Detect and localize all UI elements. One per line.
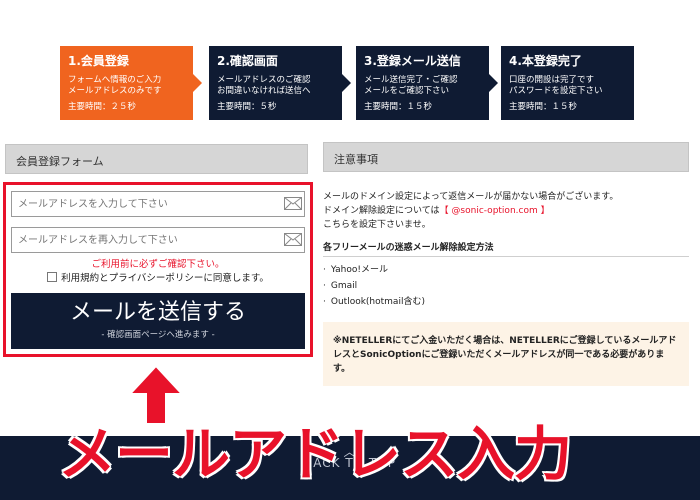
email-confirm-input[interactable] — [11, 227, 305, 253]
send-mail-button-sublabel: - 確認画面ページへ進みます - — [101, 330, 215, 340]
step-time: 主要時間：１５秒 — [509, 102, 578, 112]
free-mail-links: Yahoo!メール Gmail Outlook(hotmail含む) — [323, 262, 689, 310]
step-2-confirmation: 2.確認画面 メールアドレスのご確認 お間違いなければ送信へ 主要時間：５秒 — [209, 46, 342, 120]
email-input-callout: メールアドレス入力 — [57, 419, 573, 489]
agree-terms-checkbox[interactable] — [47, 272, 58, 282]
domain-release-text: ドメイン解除設定については — [323, 206, 440, 216]
domain-link[interactable]: 【 @sonic-option.com 】 — [440, 206, 550, 216]
setting-request-note: こちらを設定下さいませ。 — [323, 220, 431, 230]
yahoo-mail-link[interactable]: Yahoo!メール — [323, 262, 689, 278]
step-title: 4.本登録完了 — [509, 54, 582, 68]
notes-section-header: 注意事項 — [323, 142, 689, 172]
step-description: 口座の開設は完了です パスワードを設定下さい — [509, 75, 603, 96]
step-4-registration-complete: 4.本登録完了 口座の開設は完了です パスワードを設定下さい 主要時間：１５秒 — [501, 46, 634, 120]
domain-setting-note: メールのドメイン設定によって返信メールが届かない場合がございます。 — [323, 192, 619, 202]
pre-use-warning: ご利用前に必ずご確認下さい。 — [91, 259, 225, 270]
step-description: メール送信完了・ご確認 メールをご確認下さい — [364, 75, 458, 96]
agree-terms-label: 利用規約とプライバシーポリシーに同意します。 — [61, 273, 269, 284]
step-title: 2.確認画面 — [217, 54, 278, 68]
step-arrow-icon — [489, 74, 498, 92]
step-title: 3.登録メール送信 — [364, 54, 461, 68]
agree-terms-row[interactable]: 利用規約とプライバシーポリシーに同意します。 — [6, 270, 310, 284]
step-title: 1.会員登録 — [68, 54, 129, 68]
step-time: 主要時間：２５秒 — [68, 102, 137, 112]
step-description: メールアドレスのご確認 お間違いなければ送信へ — [217, 75, 311, 96]
step-1-member-registration: 1.会員登録 フォームへ情報のご入力 メールアドレスのみです 主要時間：２５秒 — [60, 46, 193, 120]
mail-icon — [284, 233, 302, 246]
step-arrow-icon — [342, 74, 351, 92]
registration-steps: 1.会員登録 フォームへ情報のご入力 メールアドレスのみです 主要時間：２５秒 … — [60, 46, 640, 120]
step-description: フォームへ情報のご入力 メールアドレスのみです — [68, 75, 162, 96]
send-mail-button-label: メールを送信する — [69, 300, 246, 325]
form-section-title: 会員登録フォーム — [16, 155, 104, 168]
notes-panel: メールのドメイン設定によって返信メールが届かない場合がございます。 ドメイン解除… — [323, 176, 689, 307]
send-mail-button[interactable]: メールを送信する - 確認画面ページへ進みます - — [11, 293, 305, 349]
divider — [323, 256, 689, 257]
outlook-link[interactable]: Outlook(hotmail含む) — [323, 294, 689, 310]
notes-section-title: 注意事項 — [334, 153, 378, 166]
email-input[interactable] — [11, 191, 305, 217]
mail-icon — [284, 197, 302, 210]
step-time: 主要時間：１５秒 — [364, 102, 433, 112]
free-mail-subheading: 各フリーメールの迷惑メール解除設定方法 — [323, 243, 494, 253]
neteller-note: ※NETELLERにてご入金いただく場合は、NETELLERにご登録しているメー… — [323, 322, 689, 386]
step-arrow-icon — [193, 74, 202, 92]
step-3-registration-mail: 3.登録メール送信 メール送信完了・ご確認 メールをご確認下さい 主要時間：１５… — [356, 46, 489, 120]
domain-release-note: ドメイン解除設定については【 @sonic-option.com 】 — [323, 204, 689, 218]
form-section-header: 会員登録フォーム — [5, 144, 308, 174]
registration-form: ご利用前に必ずご確認下さい。 利用規約とプライバシーポリシーに同意します。 メー… — [3, 182, 313, 357]
gmail-link[interactable]: Gmail — [323, 278, 689, 294]
step-time: 主要時間：５秒 — [217, 102, 277, 112]
